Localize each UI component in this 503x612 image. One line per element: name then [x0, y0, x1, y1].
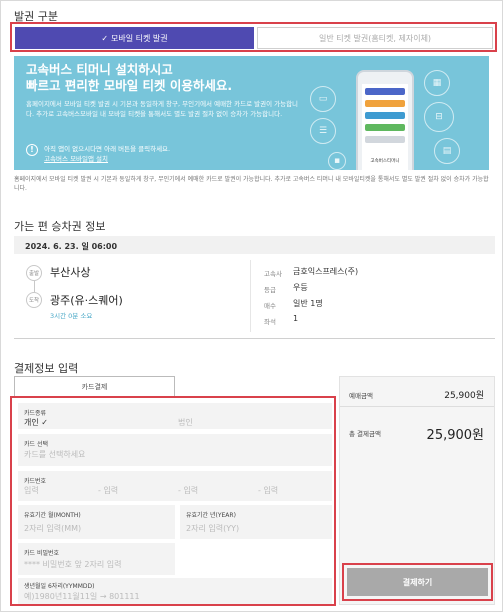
trip-divider: [250, 260, 251, 332]
card-password-label: 카드 비밀번호: [24, 550, 60, 557]
ticket-icon: ▭: [310, 86, 336, 112]
card-number-input-3[interactable]: - 입력: [178, 485, 198, 496]
pay-button[interactable]: 결제하기: [347, 568, 488, 596]
seat-value: 1: [293, 314, 299, 323]
card-number-input-1[interactable]: 입력: [24, 485, 39, 496]
departure-badge: 출발: [26, 265, 42, 281]
card-select-label: 카드 선택: [24, 441, 48, 448]
expiry-month-field[interactable]: 유효기간 월(MONTH) 2자리 입력(MM): [18, 505, 175, 539]
seat-label: 좌석: [264, 318, 276, 326]
trip-info-title: 가는 편 승차권 정보: [14, 220, 106, 233]
birthdate-input[interactable]: 예)1980년11월11일 → 801111: [24, 591, 140, 602]
building-icon: ▤: [434, 138, 460, 164]
card-type-corp-option[interactable]: 법인: [178, 417, 193, 428]
phone-illustration: 고속버스티머니: [356, 70, 414, 170]
grade-value: 우등: [293, 283, 308, 292]
card-password-input[interactable]: **** 비밀번호 앞 2자리 입력: [24, 559, 122, 570]
bus-front-icon: ⊟: [424, 102, 454, 132]
price-label: 예매금액: [349, 392, 373, 400]
route-line: [34, 281, 35, 292]
card-number-field: 카드번호 입력 - 입력 - 입력 - 입력: [18, 471, 332, 501]
bus-icon: ▪: [328, 152, 346, 170]
trip-datetime: 2024. 6. 23. 일 06:00: [14, 236, 495, 254]
arrival-terminal: 광주(유·스퀘어): [50, 294, 123, 307]
card-number-input-2[interactable]: - 입력: [98, 485, 118, 496]
banner-headline-line2: 빠르고 편리한 모바일 티켓 이용하세요.: [26, 78, 233, 93]
pay-button-frame: 결제하기: [342, 563, 493, 601]
departure-terminal: 부산사상: [50, 266, 91, 279]
price-value: 25,900원: [444, 391, 484, 401]
card-type-field: 카드종류 개인 ✓ 법인: [18, 403, 332, 429]
expiry-year-field[interactable]: 유효기간 년(YEAR) 2자리 입력(YY): [180, 505, 332, 539]
expiry-month-label: 유효기간 월(MONTH): [24, 512, 81, 519]
tab-card-payment[interactable]: 카드결제: [14, 376, 175, 396]
operator-value: 금호익스프레스(주): [293, 267, 359, 276]
birthdate-field[interactable]: 생년월일 6자리(YYMMDD) 예)1980년11월11일 → 801111: [18, 578, 332, 604]
card-password-field[interactable]: 카드 비밀번호 **** 비밀번호 앞 2자리 입력: [18, 543, 175, 575]
phone-app-label: 고속버스티머니: [370, 159, 400, 164]
card-select-field[interactable]: 카드 선택 카드를 선택하세요: [18, 434, 332, 466]
card-type-label: 카드종류: [24, 410, 47, 417]
trip-bottom-divider: [14, 338, 495, 339]
chat-icon: ☰: [310, 118, 336, 144]
banner-headline: 고속버스 티머니 설치하시고 빠르고 편리한 모바일 티켓 이용하세요.: [26, 62, 232, 94]
check-icon: ✓: [101, 33, 109, 43]
banner-headline-line1: 고속버스 티머니 설치하시고: [26, 62, 173, 77]
ticket-type-group: ✓ 모바일 티켓 발권 일반 티켓 발권(홈티켓, 제자이체): [10, 22, 497, 52]
count-label: 매수: [264, 302, 276, 310]
trip-duration: 3시간 0분 소요: [50, 312, 93, 320]
arrival-badge: 도착: [26, 292, 42, 308]
expiry-year-input[interactable]: 2자리 입력(YY): [186, 523, 239, 534]
mobile-ticket-footnote: 홈페이지에서 모바일 티켓 발권 시 기본과 동일하게 창구, 무인기에서 예매…: [14, 176, 489, 192]
banner-notice: ! 아직 앱이 없으시다면 아래 버튼을 클릭하세요. 고속버스 모바일앱 설치: [26, 144, 170, 164]
total-label: 총 결제금액: [349, 430, 381, 438]
mobile-ticket-button[interactable]: ✓ 모바일 티켓 발권: [15, 27, 254, 49]
paper-ticket-button[interactable]: 일반 티켓 발권(홈티켓, 제자이체): [257, 27, 493, 49]
card-number-label: 카드번호: [24, 478, 47, 485]
count-value: 일반 1명: [293, 299, 323, 308]
app-promo-banner: 고속버스 티머니 설치하시고 빠르고 편리한 모바일 티켓 이용하세요. 홈페이…: [14, 56, 489, 170]
info-icon: !: [26, 144, 38, 156]
mobile-ticket-label: 모바일 티켓 발권: [111, 33, 168, 43]
birthdate-label: 생년월일 6자리(YYMMDD): [24, 583, 95, 590]
expiry-month-input[interactable]: 2자리 입력(MM): [24, 523, 81, 534]
banner-notice-text: 아직 앱이 없으시다면 아래 버튼을 클릭하세요.: [44, 145, 171, 153]
total-value: 25,900원: [426, 428, 484, 443]
grade-label: 등급: [264, 286, 276, 294]
card-type-personal-option[interactable]: 개인 ✓: [24, 417, 48, 428]
payment-title: 결제정보 입력: [14, 362, 79, 375]
operator-label: 고속사: [264, 270, 282, 278]
card-select-dropdown[interactable]: 카드를 선택하세요: [24, 449, 85, 460]
app-install-link[interactable]: 고속버스 모바일앱 설치: [44, 155, 108, 163]
payment-form: 카드종류 개인 ✓ 법인 카드 선택 카드를 선택하세요 카드번호 입력 - 입…: [10, 396, 336, 606]
card-number-input-4[interactable]: - 입력: [258, 485, 278, 496]
expiry-year-label: 유효기간 년(YEAR): [186, 512, 236, 519]
calendar-icon: ▦: [424, 70, 450, 96]
price-row: 예매금액 25,900원: [340, 377, 494, 407]
banner-description: 홈페이지에서 모바일 티켓 발권 시 기본과 동일하게 창구, 무인기에서 예매…: [26, 100, 299, 118]
